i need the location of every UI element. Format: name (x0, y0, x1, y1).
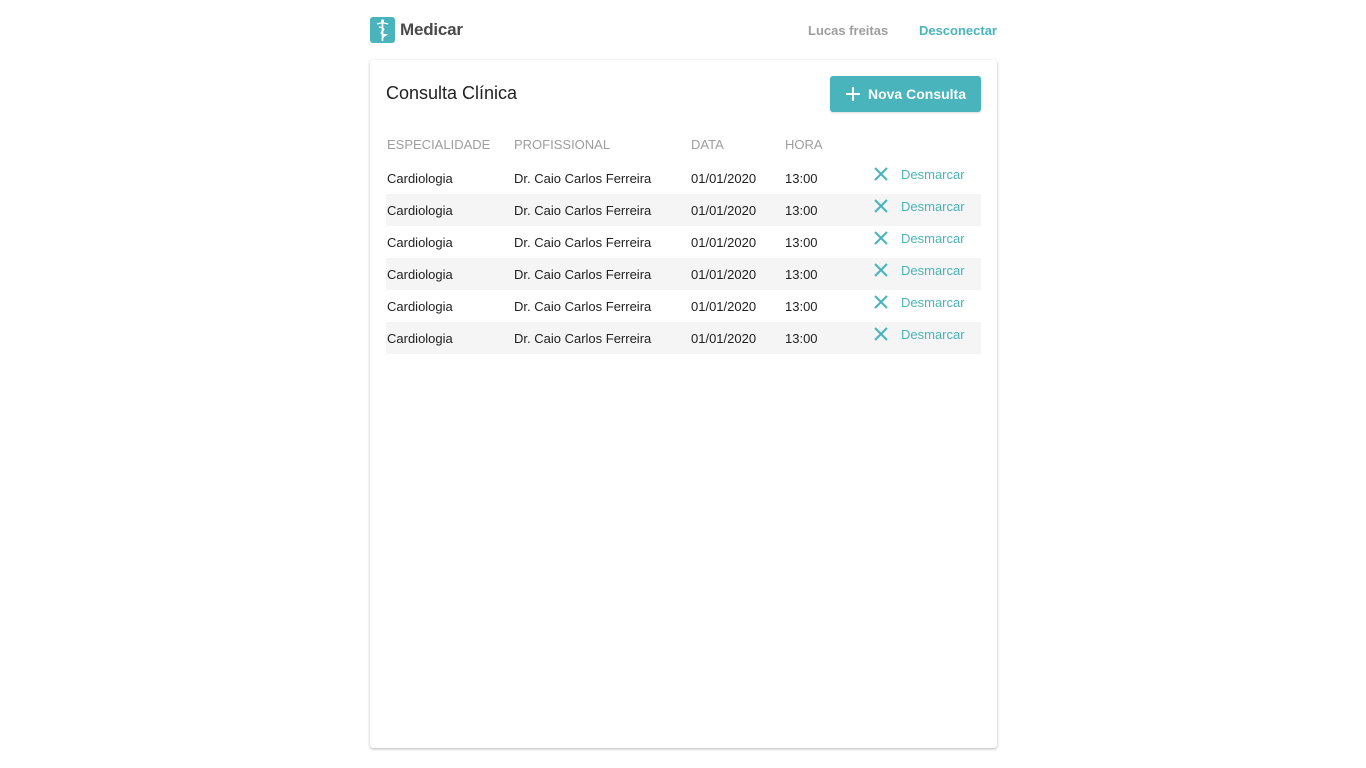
cancel-appointment-button[interactable]: Desmarcar (873, 262, 965, 278)
cell-especialidade: Cardiologia (387, 299, 453, 314)
appointments-card: Consulta Clínica Nova Consulta ESPECIALI… (370, 60, 997, 748)
cell-profissional: Dr. Caio Carlos Ferreira (514, 203, 652, 218)
close-icon (873, 262, 889, 278)
cancel-appointment-label: Desmarcar (901, 262, 965, 278)
cell-especialidade: Cardiologia (387, 267, 453, 282)
cancel-appointment-label: Desmarcar (901, 230, 965, 246)
cell-especialidade: Cardiologia (387, 171, 453, 186)
cancel-appointment-button[interactable]: Desmarcar (873, 294, 965, 310)
close-icon (873, 294, 889, 310)
cell-profissional: Dr. Caio Carlos Ferreira (514, 267, 652, 282)
cell-hora: 13:00 (785, 299, 818, 314)
cell-profissional: Dr. Caio Carlos Ferreira (514, 235, 652, 250)
cancel-appointment-label: Desmarcar (901, 326, 965, 342)
column-header-hora: HORA (785, 137, 823, 152)
column-header-data: DATA (691, 137, 724, 152)
caduceus-icon (370, 17, 395, 43)
new-appointment-button[interactable]: Nova Consulta (830, 76, 981, 112)
cancel-appointment-button[interactable]: Desmarcar (873, 230, 965, 246)
cell-profissional: Dr. Caio Carlos Ferreira (514, 331, 652, 346)
close-icon (873, 198, 889, 214)
cell-hora: 13:00 (785, 267, 818, 282)
cancel-appointment-button[interactable]: Desmarcar (873, 198, 965, 214)
cell-especialidade: Cardiologia (387, 235, 453, 250)
table-header: ESPECIALIDADE PROFISSIONAL DATA HORA (386, 137, 981, 155)
table-row: Cardiologia Dr. Caio Carlos Ferreira 01/… (386, 258, 981, 290)
cancel-appointment-button[interactable]: Desmarcar (873, 326, 965, 342)
brand[interactable]: Medicar (370, 17, 463, 43)
column-header-especialidade: ESPECIALIDADE (387, 137, 491, 152)
cell-data: 01/01/2020 (691, 203, 757, 218)
plus-icon (845, 86, 861, 102)
cell-hora: 13:00 (785, 171, 818, 186)
close-icon (873, 326, 889, 342)
cell-hora: 13:00 (785, 331, 818, 346)
cell-data: 01/01/2020 (691, 171, 757, 186)
cell-data: 01/01/2020 (691, 299, 757, 314)
cell-hora: 13:00 (785, 235, 818, 250)
cell-data: 01/01/2020 (691, 235, 757, 250)
cancel-appointment-label: Desmarcar (901, 198, 965, 214)
table-row: Cardiologia Dr. Caio Carlos Ferreira 01/… (386, 162, 981, 194)
appointments-table: ESPECIALIDADE PROFISSIONAL DATA HORA Car… (386, 137, 981, 354)
cancel-appointment-label: Desmarcar (901, 166, 965, 182)
table-body: Cardiologia Dr. Caio Carlos Ferreira 01/… (386, 162, 981, 354)
close-icon (873, 230, 889, 246)
cell-data: 01/01/2020 (691, 331, 757, 346)
app-header: Medicar Lucas freitas Desconectar (370, 17, 997, 45)
cell-profissional: Dr. Caio Carlos Ferreira (514, 171, 652, 186)
cell-especialidade: Cardiologia (387, 331, 453, 346)
table-row: Cardiologia Dr. Caio Carlos Ferreira 01/… (386, 322, 981, 354)
column-header-profissional: PROFISSIONAL (514, 137, 611, 152)
table-row: Cardiologia Dr. Caio Carlos Ferreira 01/… (386, 194, 981, 226)
table-row: Cardiologia Dr. Caio Carlos Ferreira 01/… (386, 226, 981, 258)
table-row: Cardiologia Dr. Caio Carlos Ferreira 01/… (386, 290, 981, 322)
logout-link[interactable]: Desconectar (919, 23, 997, 38)
cell-profissional: Dr. Caio Carlos Ferreira (514, 299, 652, 314)
close-icon (873, 166, 889, 182)
cancel-appointment-label: Desmarcar (901, 294, 965, 310)
brand-name: Medicar (400, 20, 463, 39)
user-name: Lucas freitas (808, 23, 889, 38)
page-title: Consulta Clínica (386, 83, 518, 103)
cancel-appointment-button[interactable]: Desmarcar (873, 166, 965, 182)
cell-data: 01/01/2020 (691, 267, 757, 282)
cell-especialidade: Cardiologia (387, 203, 453, 218)
cell-hora: 13:00 (785, 203, 818, 218)
new-appointment-label: Nova Consulta (867, 86, 966, 102)
